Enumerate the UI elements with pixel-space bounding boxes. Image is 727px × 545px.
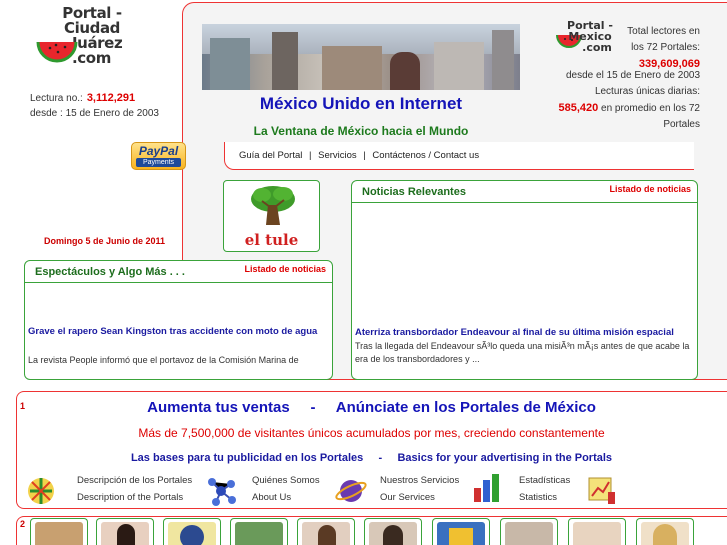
service-our-services-en[interactable]: Our Services [380, 489, 459, 506]
nav-services-link[interactable]: Servicios [318, 150, 357, 161]
paypal-brand: PayPal [138, 144, 179, 158]
ad-headline-separator: - [310, 399, 316, 416]
reading-counter-value: 3,112,291 [86, 92, 136, 104]
service-our-services-es[interactable]: Nuestros Servicios [380, 472, 459, 489]
tree-icon [251, 186, 295, 225]
page-title: México Unido en Internet [259, 94, 463, 113]
main-nav: Guía del Portal | Servicios | Contácteno… [224, 142, 694, 170]
news-list-link[interactable]: Listado de noticias [609, 184, 691, 194]
service-statistics-en[interactable]: Statistics [519, 489, 570, 506]
service-statistics-es[interactable]: Estadísticas [519, 472, 570, 489]
service-statistics[interactable]: Estadísticas Statistics [519, 472, 570, 506]
chart-board-icon[interactable] [584, 472, 618, 506]
service-description[interactable]: Descripción de los Portales Description … [77, 472, 192, 506]
stats-daily-label: Lecturas únicas diarias: [594, 86, 700, 97]
stats-total-label-1: Total lectores en [627, 26, 700, 37]
molecule-icon[interactable] [204, 474, 238, 508]
current-date: Domingo 5 de Junio de 2011 [44, 236, 166, 246]
thumbnail[interactable] [30, 518, 88, 545]
el-tule-banner[interactable]: el tule [223, 180, 320, 252]
watermelon-icon [36, 41, 78, 63]
bar-chart-icon[interactable] [470, 470, 504, 504]
ad-headline: Aumenta tus ventas - Anúnciate en los Po… [16, 399, 727, 416]
reading-counter: Lectura no.: 3,112,291 [30, 92, 135, 104]
news-headline[interactable]: Aterriza transbordador Endeavour al fina… [355, 326, 695, 339]
planet-icon[interactable] [334, 474, 368, 508]
ad-bases-en[interactable]: Basics for your advertising in the Porta… [397, 452, 612, 464]
el-tule-caption: el tule [244, 231, 299, 249]
thumbnail[interactable] [636, 518, 694, 545]
logo-line-1: Portal - Ciudad [62, 4, 122, 37]
shows-box-title: Espectáculos y Algo Más . . . [35, 266, 185, 278]
ad-headline-left[interactable]: Aumenta tus ventas [147, 399, 290, 416]
ad-bases-separator: - [378, 452, 383, 464]
paypal-button[interactable]: PayPal Payments [131, 142, 186, 170]
shows-box: Espectáculos y Algo Más . . . Listado de… [24, 260, 333, 380]
service-about[interactable]: Quiénes Somos About Us [252, 472, 320, 506]
service-description-es[interactable]: Descripción de los Portales [77, 472, 192, 489]
shows-summary: La revista People informó que el portavo… [28, 355, 299, 365]
stats-daily-value: 585,420 [558, 102, 599, 114]
thumbnail[interactable] [500, 518, 558, 545]
portal-stats: Total lectores en los 72 Portales: 339,6… [556, 24, 700, 72]
nav-guide-link[interactable]: Guía del Portal [239, 150, 302, 161]
thumbnail[interactable] [163, 518, 221, 545]
nav-separator: | [309, 150, 312, 161]
service-about-en[interactable]: About Us [252, 489, 320, 506]
news-box: Noticias Relevantes Listado de noticias … [351, 180, 698, 380]
service-about-es[interactable]: Quiénes Somos [252, 472, 320, 489]
paypal-sub: Payments [136, 158, 181, 167]
thumbnail[interactable] [96, 518, 154, 545]
reading-counter-label: Lectura no.: [30, 93, 83, 104]
ad-bases: Las bases para tu publicidad en los Port… [16, 452, 727, 464]
thumbnail[interactable] [364, 518, 422, 545]
thumbnail[interactable] [568, 518, 626, 545]
bottom-section-number: 2 [20, 519, 26, 529]
thumbnail[interactable] [297, 518, 355, 545]
page-subtitle: La Ventana de México hacia el Mundo [253, 124, 469, 138]
shows-headline[interactable]: Grave el rapero Sean Kingston tras accid… [28, 325, 328, 338]
nav-separator: | [363, 150, 366, 161]
nav-contact-link[interactable]: Contáctenos / Contact us [372, 150, 479, 161]
service-description-en[interactable]: Description of the Portals [77, 489, 192, 506]
stats-daily-suffix-2: Portales [663, 119, 700, 130]
stats-daily-suffix-1: en promedio en los 72 [601, 103, 700, 114]
shows-list-link[interactable]: Listado de noticias [244, 264, 326, 274]
ad-visitors-text: Más de 7,500,000 de visitantes únicos ac… [138, 426, 605, 440]
news-box-title: Noticias Relevantes [362, 186, 466, 198]
thumbnail[interactable] [432, 518, 490, 545]
counter-since: desde : 15 de Enero de 2003 [30, 108, 159, 119]
portal-globe-icon[interactable] [24, 474, 58, 508]
stats-since: desde el 15 de Enero de 2003 [566, 70, 700, 81]
portal-logo[interactable]: Portal - Ciudad Juárez .com [36, 6, 148, 88]
thumbnail[interactable] [230, 518, 288, 545]
service-our-services[interactable]: Nuestros Servicios Our Services [380, 472, 459, 506]
portal-stats-daily: desde el 15 de Enero de 2003 Lecturas ún… [540, 68, 700, 133]
ad-bases-es[interactable]: Las bases para tu publicidad en los Port… [131, 452, 363, 464]
ad-headline-right[interactable]: Anúnciate en los Portales de México [336, 399, 596, 416]
header-banner-image [202, 24, 520, 90]
stats-total-label-2: los 72 Portales: [631, 42, 700, 53]
logo-line-3: .com [72, 49, 111, 67]
news-summary: Tras la llegada del Endeavour sÃ³lo qued… [355, 341, 690, 364]
